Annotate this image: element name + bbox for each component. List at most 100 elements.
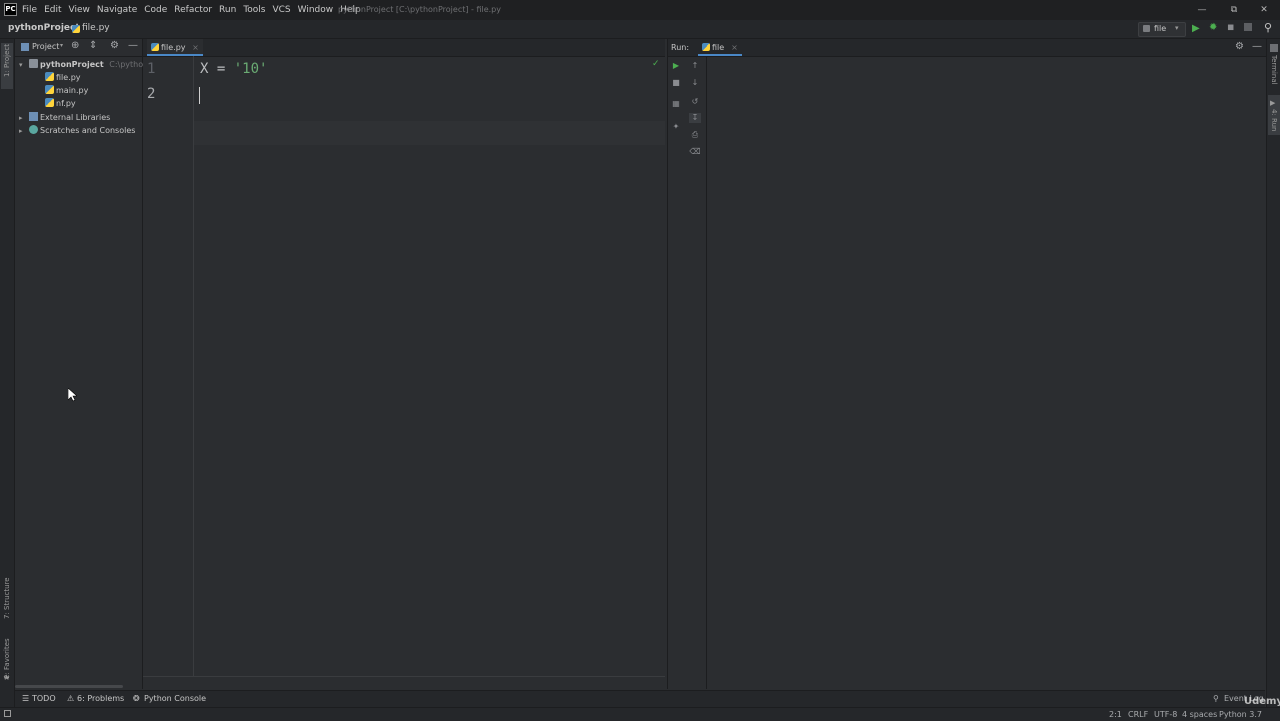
pin-tab-icon[interactable]: ✦: [670, 122, 682, 132]
menu-run[interactable]: Run: [219, 5, 236, 15]
chevron-down-icon: ▾: [19, 61, 23, 69]
tree-item-scratches[interactable]: ▸ Scratches and Consoles: [19, 124, 135, 137]
problems-button[interactable]: 6: Problems: [77, 694, 124, 703]
file-encoding[interactable]: UTF-8: [1154, 710, 1177, 719]
breadcrumb-project[interactable]: pythonProject: [8, 23, 80, 33]
indent-setting[interactable]: 4 spaces: [1182, 710, 1217, 719]
trash-icon[interactable]: ⌫: [689, 147, 701, 157]
pycharm-logo-icon: PC: [4, 3, 17, 16]
tree-item-nf-py[interactable]: nf.py: [45, 97, 76, 110]
hide-panel-icon[interactable]: —: [1252, 41, 1262, 52]
tree-item-label: Scratches and Consoles: [40, 126, 136, 135]
line-separator[interactable]: CRLF: [1128, 710, 1148, 719]
editor-tab-file-py[interactable]: file.py ×: [147, 39, 203, 56]
restore-icon[interactable]: ⧉: [1226, 3, 1242, 17]
search-icon[interactable]: ⚲: [1264, 21, 1272, 34]
menu-view[interactable]: View: [69, 5, 90, 15]
run-icon[interactable]: ▶: [1192, 23, 1200, 34]
menu-window[interactable]: Window: [298, 5, 334, 15]
close-tab-icon[interactable]: ×: [192, 43, 199, 52]
code-line-1[interactable]: X = '10': [200, 61, 267, 77]
debug-icon[interactable]: ✹: [1209, 22, 1217, 33]
tool-windows-icon[interactable]: [4, 710, 11, 717]
python-console-icon: ❂: [133, 694, 140, 703]
up-arrow-icon[interactable]: ↑: [689, 61, 701, 71]
caret-position[interactable]: 2:1: [1109, 710, 1122, 719]
editor-pane: file.py × 1 2 X = '10' ✓: [143, 39, 665, 689]
code-string: '10': [233, 61, 268, 77]
menu-code[interactable]: Code: [144, 5, 167, 15]
todo-button[interactable]: TODO: [32, 694, 56, 703]
tree-item-label: main.py: [56, 86, 89, 95]
run-tab-file[interactable]: file ×: [698, 39, 742, 56]
project-view-select[interactable]: Project: [32, 42, 59, 51]
editor-tab-bar: file.py ×: [143, 39, 665, 57]
locate-icon[interactable]: ⊕: [71, 40, 79, 51]
menu-bar: File Edit View Navigate Code Refactor Ru…: [22, 0, 368, 20]
menu-refactor[interactable]: Refactor: [174, 5, 212, 15]
run-toolbar: ▶ ■ ▦ ✦ ↑ ↓ ↺ ↧ ⎙ ⌫: [668, 57, 707, 689]
project-panel-header: Project ▾ ⊕ ⇕ ⚙ —: [15, 39, 142, 57]
gear-icon[interactable]: ⚙: [110, 40, 119, 51]
rerun-icon[interactable]: ▶: [670, 61, 682, 71]
tree-item-label: file.py: [56, 73, 81, 82]
close-icon[interactable]: ✕: [1256, 3, 1272, 17]
coverage-icon[interactable]: ◾: [1227, 22, 1234, 33]
run-label: Run:: [671, 43, 690, 52]
editor-tab-label: file.py: [161, 43, 186, 52]
python-console-button[interactable]: Python Console: [144, 694, 206, 703]
menu-edit[interactable]: Edit: [44, 5, 61, 15]
menu-vcs[interactable]: VCS: [272, 5, 290, 15]
close-tab-icon[interactable]: ×: [731, 43, 738, 52]
tree-item-main-py[interactable]: main.py: [45, 84, 88, 97]
bottom-tool-bar: ☰ TODO ⚠ 6: Problems ❂ Python Console ⚲ …: [15, 690, 1265, 708]
tree-item-file-py[interactable]: file.py: [45, 71, 81, 84]
menu-tools[interactable]: Tools: [243, 5, 265, 15]
line-number: 2: [147, 86, 156, 102]
python-interpreter[interactable]: Python 3.7: [1219, 710, 1262, 719]
menu-navigate[interactable]: Navigate: [97, 5, 137, 15]
gear-icon[interactable]: ⚙: [1235, 41, 1244, 52]
run-tool-label[interactable]: 4: Run: [1270, 109, 1278, 131]
run-config-select[interactable]: file ▾: [1138, 22, 1186, 37]
scroll-to-end-icon[interactable]: ↧: [689, 113, 701, 123]
udemy-watermark: Udemy: [1244, 696, 1280, 707]
stop-icon[interactable]: ■: [670, 78, 682, 88]
print-icon[interactable]: ⎙: [689, 130, 701, 140]
run-tab-label: file: [712, 43, 725, 52]
status-bar: 2:1 CRLF UTF-8 4 spaces Python 3.7 Udemy: [0, 696, 1280, 721]
run-panel: Run: file × ⚙ — ▶ ■ ▦ ✦ ↑ ↓ ↺ ↧ ⎙ ⌫: [667, 39, 1266, 689]
tree-item-project-root[interactable]: ▾ pythonProject C:\pythonPr: [19, 58, 156, 71]
right-tool-strip: Terminal ▶ 4: Run: [1266, 39, 1280, 707]
text-caret: [199, 87, 200, 104]
hide-panel-icon[interactable]: —: [128, 40, 138, 51]
library-icon: [29, 112, 38, 121]
navigation-bar: pythonProject file.py file ▾ ▶ ✹ ◾ ⚲: [0, 20, 1280, 39]
python-file-icon: [45, 98, 54, 107]
line-number: 1: [147, 61, 156, 77]
run-config-icon: [1143, 25, 1150, 32]
soft-wrap-icon[interactable]: ↺: [689, 97, 701, 107]
project-tool-label: 1: Project: [3, 44, 11, 77]
inspection-ok-icon[interactable]: ✓: [652, 59, 660, 69]
minimize-icon[interactable]: —: [1194, 3, 1210, 17]
horizontal-scrollbar[interactable]: [15, 685, 123, 688]
project-panel: Project ▾ ⊕ ⇕ ⚙ — ▾ pythonProject C:\pyth…: [15, 39, 156, 689]
terminal-tool-label[interactable]: Terminal: [1270, 55, 1278, 85]
chevron-down-icon[interactable]: ▾: [60, 42, 63, 49]
editor-bottom-border: [143, 676, 665, 677]
breadcrumb-file[interactable]: file.py: [82, 23, 110, 33]
tree-item-label: External Libraries: [40, 113, 111, 122]
project-view-icon: [21, 43, 29, 51]
python-file-icon: [702, 43, 710, 51]
down-arrow-icon[interactable]: ↓: [689, 78, 701, 88]
terminal-icon: [1270, 44, 1278, 52]
scratches-icon: [29, 125, 38, 134]
collapse-all-icon[interactable]: ⇕: [89, 40, 97, 51]
menu-file[interactable]: File: [22, 5, 37, 15]
restore-layout-icon[interactable]: ▦: [670, 99, 682, 109]
code-variable: X =: [200, 61, 234, 77]
stop-icon[interactable]: [1244, 23, 1252, 31]
structure-tool-label[interactable]: 7: Structure: [3, 577, 11, 619]
tree-item-external-libraries[interactable]: ▸ External Libraries: [19, 111, 110, 124]
